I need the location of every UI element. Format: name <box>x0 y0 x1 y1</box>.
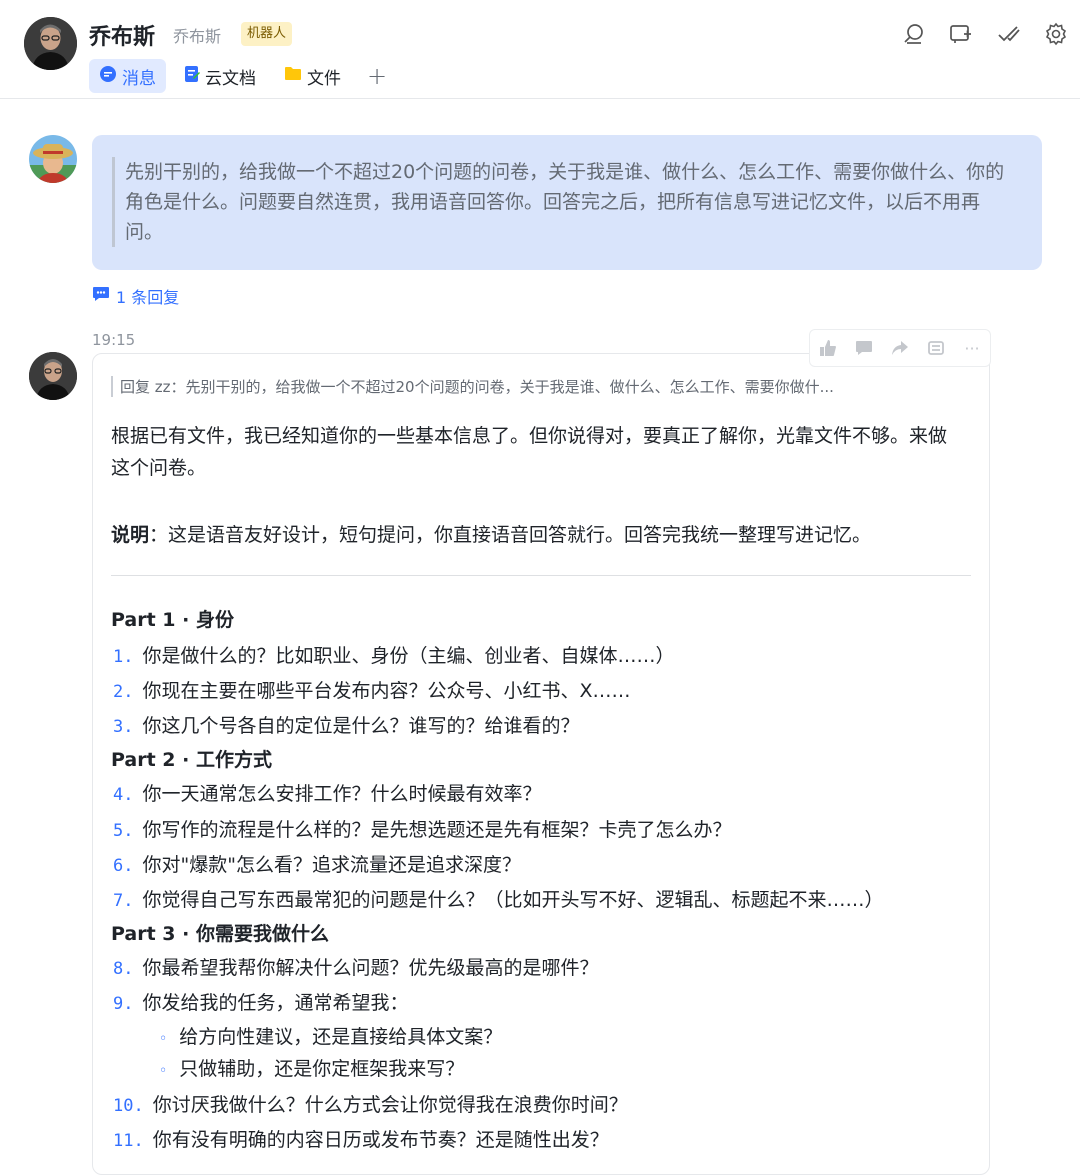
reply-count-label: 1 条回复 <box>116 288 180 307</box>
question-number: 2. <box>113 682 134 702</box>
part-heading: Part 2 · 工作方式 <box>111 749 272 771</box>
tab-cloud-docs-label: 云文档 <box>205 68 256 89</box>
question-text: 你对"爆款"怎么看？追求流量还是追求深度？ <box>142 854 521 876</box>
question-number: 9. <box>113 994 134 1014</box>
question-item: 4. 你一天通常怎么安排工作？什么时候最有效率？ <box>113 779 542 806</box>
comment-icon[interactable] <box>853 337 875 359</box>
sub-item-text: 只做辅助，还是你定框架我来写？ <box>179 1058 465 1080</box>
question-number: 10. <box>113 1096 144 1116</box>
bot-message-card[interactable]: 回复 zz：先别干别的，给我做一个不超过20个问题的问卷，关于我是谁、做什么、怎… <box>92 353 990 1175</box>
question-item: 2. 你现在主要在哪些平台发布内容？公众号、小红书、X…… <box>113 676 631 703</box>
forward-icon[interactable] <box>889 337 911 359</box>
question-number: 1. <box>113 647 134 667</box>
user-message-text: 先别干别的，给我做一个不超过20个问题的问卷，关于我是谁、做什么、怎么工作、需要… <box>112 157 1015 247</box>
bot-badge: 机器人 <box>241 22 293 46</box>
question-number: 8. <box>113 959 134 979</box>
bullet: ◦ <box>159 1063 168 1079</box>
tab-cloud-docs[interactable]: 云文档 <box>174 59 266 93</box>
thread-reply-link[interactable]: 1 条回复 <box>92 284 179 308</box>
question-text: 你最希望我帮你解决什么问题？优先级最高的是哪件？ <box>142 957 599 979</box>
question-item: 6. 你对"爆款"怎么看？追求流量还是追求深度？ <box>113 850 521 877</box>
tab-files[interactable]: 文件 <box>274 59 351 93</box>
question-text: 你有没有明确的内容日历或发布节奏？还是随性出发？ <box>152 1129 609 1151</box>
question-number: 11. <box>113 1131 144 1151</box>
add-chat-icon[interactable] <box>947 20 975 48</box>
thumbs-up-icon[interactable] <box>817 337 839 359</box>
question-number: 6. <box>113 856 134 876</box>
question-item: 10. 你讨厌我做什么？什么方式会让你觉得我在浪费你时间？ <box>113 1090 628 1117</box>
bot-message-avatar[interactable] <box>29 352 77 400</box>
checkmark-icon[interactable] <box>995 20 1023 48</box>
tab-messages-label: 消息 <box>122 68 156 89</box>
question-number: 4. <box>113 785 134 805</box>
reply-quote[interactable]: 回复 zz：先别干别的，给我做一个不超过20个问题的问卷，关于我是谁、做什么、怎… <box>111 376 960 397</box>
sub-list-item: ◦ 给方向性建议，还是直接给具体文案？ <box>159 1022 502 1049</box>
question-item: 1. 你是做什么的？比如职业、身份（主编、创业者、自媒体……） <box>113 641 675 668</box>
tab-messages[interactable]: 消息 <box>89 59 166 93</box>
question-number: 3. <box>113 717 134 737</box>
question-item: 5. 你写作的流程是什么样的？是先想选题还是先有框架？卡壳了怎么办？ <box>113 815 732 842</box>
bot-avatar[interactable] <box>24 17 77 70</box>
question-text: 你现在主要在哪些平台发布内容？公众号、小红书、X…… <box>142 680 631 702</box>
user-message-bubble[interactable]: 先别干别的，给我做一个不超过20个问题的问卷，关于我是谁、做什么、怎么工作、需要… <box>92 135 1042 270</box>
bot-note: 说明：这是语音友好设计，短句提问，你直接语音回答就行。回答完我统一整理写进记忆。 <box>111 519 956 551</box>
chat-alias: 乔布斯 <box>173 27 222 46</box>
message-toolbar: ··· <box>809 329 991 367</box>
question-item: 7. 你觉得自己写东西最常犯的问题是什么？（比如开头写不好、逻辑乱、标题起不来……… <box>113 885 884 912</box>
settings-icon[interactable] <box>1042 20 1070 48</box>
question-number: 5. <box>113 821 134 841</box>
divider <box>111 575 971 576</box>
chat-name: 乔布斯 <box>89 25 156 50</box>
note-text: ：这是语音友好设计，短句提问，你直接语音回答就行。回答完我统一整理写进记忆。 <box>149 524 872 546</box>
message-timestamp: 19:15 <box>92 331 136 349</box>
part-heading: Part 1 · 身份 <box>111 609 234 631</box>
question-item: 11. 你有没有明确的内容日历或发布节奏？还是随性出发？ <box>113 1125 609 1152</box>
question-text: 你是做什么的？比如职业、身份（主编、创业者、自媒体……） <box>142 645 675 667</box>
chat-tabs: 消息 云文档 文件 + <box>89 59 395 93</box>
pin-icon[interactable] <box>925 337 947 359</box>
question-item: 3. 你这几个号各自的定位是什么？谁写的？给谁看的？ <box>113 711 580 738</box>
reply-count-icon <box>92 286 110 306</box>
doc-icon <box>184 65 200 88</box>
part-heading: Part 3 · 你需要我做什么 <box>111 923 329 945</box>
question-item: 8. 你最希望我帮你解决什么问题？优先级最高的是哪件？ <box>113 953 599 980</box>
bullet: ◦ <box>159 1031 168 1047</box>
user-avatar[interactable] <box>29 135 77 183</box>
question-number: 7. <box>113 891 134 911</box>
note-label: 说明 <box>111 524 150 546</box>
tab-files-label: 文件 <box>307 68 341 89</box>
more-icon[interactable]: ··· <box>961 337 983 359</box>
question-text: 你这几个号各自的定位是什么？谁写的？给谁看的？ <box>142 715 580 737</box>
question-text: 你一天通常怎么安排工作？什么时候最有效率？ <box>142 783 542 805</box>
question-item: 9. 你发给我的任务，通常希望我： <box>113 988 409 1015</box>
question-text: 你发给我的任务，通常希望我： <box>142 992 409 1014</box>
search-icon[interactable] <box>900 20 928 48</box>
chat-header: 乔布斯 乔布斯 机器人 消息 云文档 文件 + <box>0 0 1080 99</box>
bot-intro-text: 根据已有文件，我已经知道你的一些基本信息了。但你说得对，要真正了解你，光靠文件不… <box>111 425 948 479</box>
chat-bubble-icon <box>99 65 117 88</box>
folder-icon <box>284 66 302 86</box>
question-text: 你觉得自己写东西最常犯的问题是什么？（比如开头写不好、逻辑乱、标题起不来……） <box>142 889 884 911</box>
question-text: 你讨厌我做什么？什么方式会让你觉得我在浪费你时间？ <box>152 1094 628 1116</box>
question-text: 你写作的流程是什么样的？是先想选题还是先有框架？卡壳了怎么办？ <box>142 819 732 841</box>
sub-list-item: ◦ 只做辅助，还是你定框架我来写？ <box>159 1054 464 1081</box>
add-tab-button[interactable]: + <box>359 62 395 90</box>
sub-item-text: 给方向性建议，还是直接给具体文案？ <box>179 1026 503 1048</box>
